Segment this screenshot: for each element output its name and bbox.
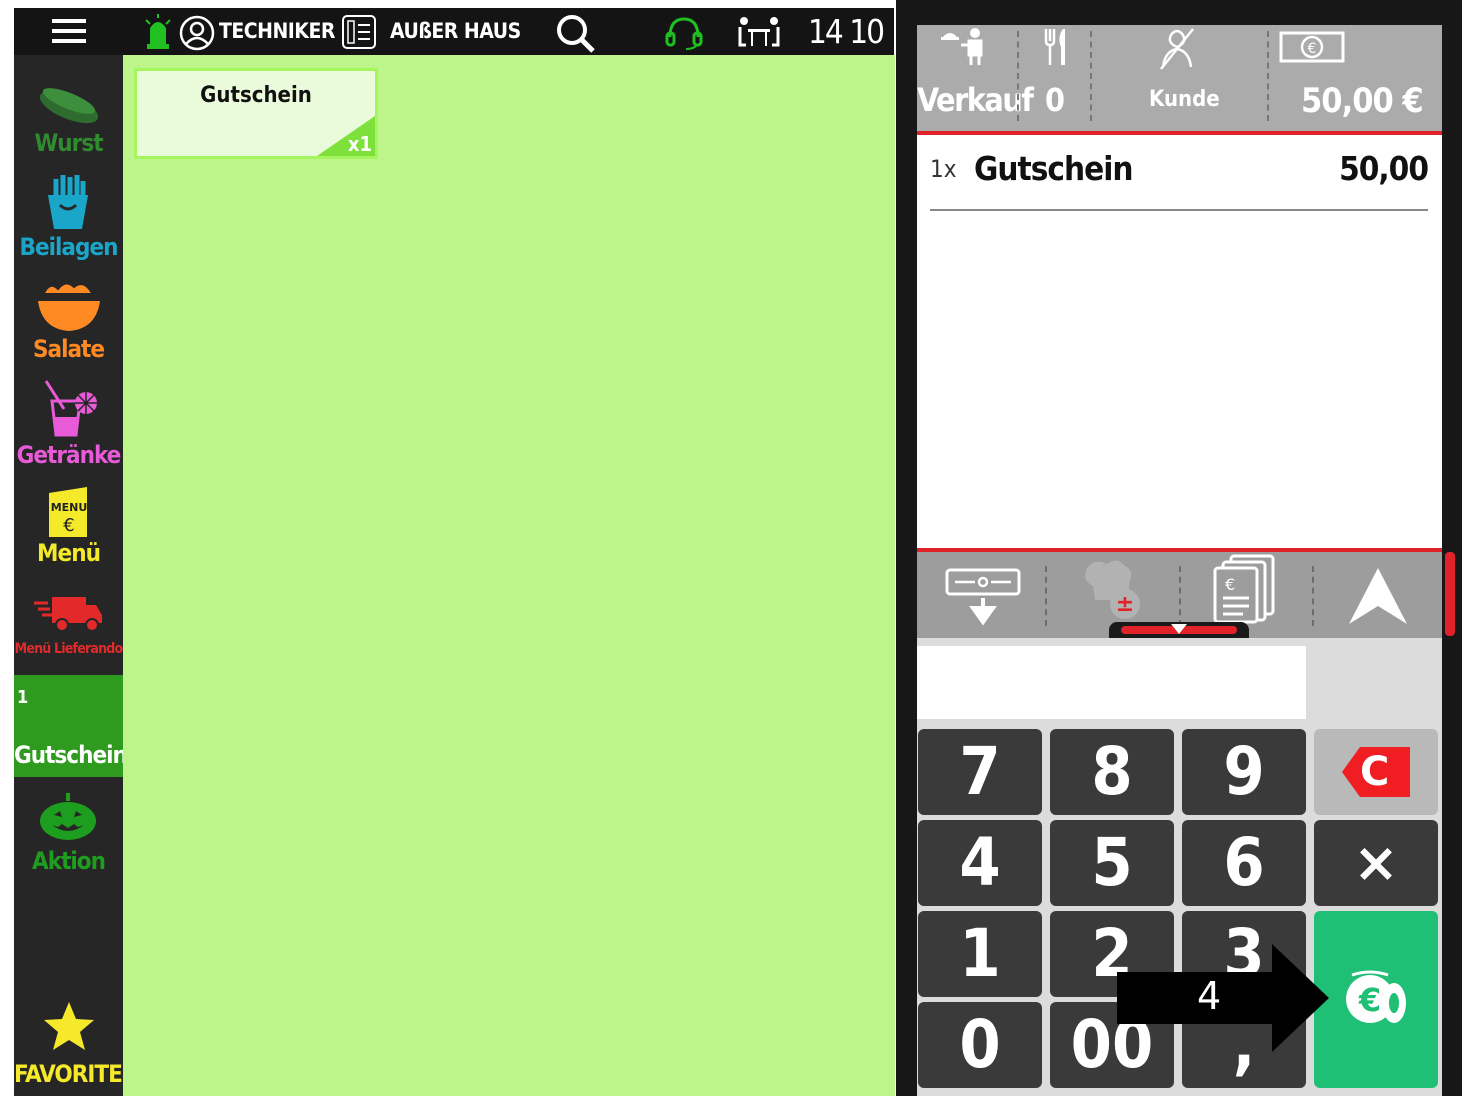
order-mode[interactable]: AUßER HAUS — [390, 8, 521, 55]
key-5[interactable]: 5 — [1050, 820, 1174, 906]
cutlery-icon[interactable] — [1043, 27, 1069, 67]
toolbar-divider — [1045, 566, 1047, 626]
svg-text:±: ± — [1116, 592, 1134, 617]
key-1[interactable]: 1 — [918, 911, 1042, 997]
header-divider — [1090, 31, 1092, 121]
toolbar-divider — [1312, 566, 1314, 626]
svg-text:€: € — [1225, 575, 1235, 594]
clear-label: C — [1360, 749, 1390, 795]
invoice-copies-icon[interactable]: € — [1213, 554, 1277, 624]
step-number: 4 — [1197, 974, 1222, 1018]
product-count: x1 — [347, 132, 372, 156]
multiply-button[interactable]: × — [1314, 820, 1438, 906]
cash-icon[interactable]: € — [1279, 29, 1345, 65]
svg-text:MENU: MENU — [51, 501, 88, 514]
product-grid — [123, 55, 895, 1096]
order-header: Verkauf 0 Kunde € 50,00 € — [917, 25, 1442, 131]
cash-drawer-icon[interactable] — [945, 568, 1021, 626]
clear-button[interactable]: C — [1314, 729, 1438, 815]
category-label: Gutschein — [14, 741, 128, 769]
category-sidebar: Wurst Beilagen Salate Getränke MENU € Men… — [14, 55, 140, 1096]
order-toolbar: ± € — [917, 552, 1442, 638]
category-menue-lieferando[interactable]: Menü Lieferando — [14, 591, 123, 671]
table-number[interactable]: 14 10 — [808, 8, 885, 55]
svg-text:€: € — [63, 515, 74, 536]
user-icon[interactable] — [179, 15, 215, 51]
fries-icon — [44, 175, 92, 229]
headset-icon[interactable] — [664, 15, 704, 51]
category-getraenke[interactable]: Getränke — [14, 379, 123, 471]
category-badge: 1 — [17, 687, 29, 708]
category-label: Salate — [32, 335, 105, 363]
order-item-qty: 1x — [930, 155, 957, 183]
list-icon[interactable] — [342, 15, 376, 49]
order-item-price: 50,00 — [1339, 149, 1429, 188]
svg-text:€: € — [1308, 41, 1317, 57]
svg-text:€: € — [1358, 981, 1381, 1019]
key-6[interactable]: 6 — [1182, 820, 1306, 906]
key-8[interactable]: 8 — [1050, 729, 1174, 815]
favorites-button[interactable]: FAVORITEN — [14, 1000, 140, 1096]
category-salate[interactable]: Salate — [14, 277, 123, 369]
key-0[interactable]: 0 — [918, 1002, 1042, 1088]
customer-icon[interactable] — [1157, 27, 1197, 71]
customer-label[interactable]: Kunde — [1149, 87, 1220, 112]
category-label: Aktion — [32, 847, 106, 875]
key-4[interactable]: 4 — [918, 820, 1042, 906]
sale-type[interactable]: Verkauf — [917, 81, 1034, 119]
category-gutschein[interactable]: 1 Gutschein — [14, 675, 128, 777]
pay-button[interactable]: € — [1314, 911, 1438, 1088]
guest-count[interactable]: 0 — [1045, 81, 1065, 119]
order-item-name: Gutschein — [974, 149, 1134, 188]
category-menue[interactable]: MENU € Menü — [14, 483, 123, 575]
delivery-truck-icon — [34, 595, 104, 633]
category-label: Menü Lieferando — [14, 641, 123, 657]
pumpkin-icon — [38, 791, 98, 841]
key-9[interactable]: 9 — [1182, 729, 1306, 815]
alarm-icon[interactable] — [144, 14, 172, 50]
product-name: Gutschein — [200, 83, 312, 108]
step-arrow: 4 — [1117, 944, 1329, 1052]
category-label: Getränke — [16, 441, 122, 469]
navigate-up-icon[interactable] — [1347, 566, 1409, 626]
table-icon[interactable] — [736, 15, 782, 49]
header-divider — [1017, 31, 1019, 121]
waiter-icon[interactable] — [939, 27, 989, 67]
category-label: Beilagen — [19, 233, 119, 261]
top-bar: TECHNIKER AUßER HAUS 14 10 — [14, 8, 894, 55]
toolbar-divider — [1179, 566, 1181, 626]
panel-edge-strip — [1462, 0, 1468, 1096]
menu-icon[interactable] — [52, 17, 86, 45]
category-aktion[interactable]: Aktion — [14, 789, 123, 881]
category-beilagen[interactable]: Beilagen — [14, 175, 123, 267]
header-divider — [1267, 31, 1269, 121]
order-item-row[interactable]: 1x Gutschein 50,00 — [930, 149, 1429, 211]
panel-collapse-handle[interactable] — [1445, 552, 1455, 636]
sausage-icon — [36, 79, 102, 127]
category-label: Menü — [37, 539, 101, 567]
product-tile-gutschein[interactable]: Gutschein x1 — [134, 68, 378, 159]
category-label: Wurst — [34, 129, 103, 157]
menu-card-icon: MENU € — [47, 485, 91, 539]
favorites-label: FAVORITEN — [14, 1060, 140, 1088]
salad-bowl-icon — [36, 279, 102, 333]
expand-keypad-handle[interactable] — [1109, 622, 1249, 638]
order-total[interactable]: 50,00 € — [1301, 81, 1424, 121]
order-list: 1x Gutschein 50,00 — [917, 135, 1442, 549]
amount-input[interactable] — [917, 646, 1306, 719]
drink-icon — [42, 379, 98, 437]
user-name[interactable]: TECHNIKER — [219, 8, 335, 55]
search-icon[interactable] — [554, 12, 596, 54]
chef-adjust-icon[interactable]: ± — [1079, 556, 1151, 622]
star-icon — [42, 1000, 96, 1052]
key-7[interactable]: 7 — [918, 729, 1042, 815]
category-wurst[interactable]: Wurst — [14, 75, 123, 167]
